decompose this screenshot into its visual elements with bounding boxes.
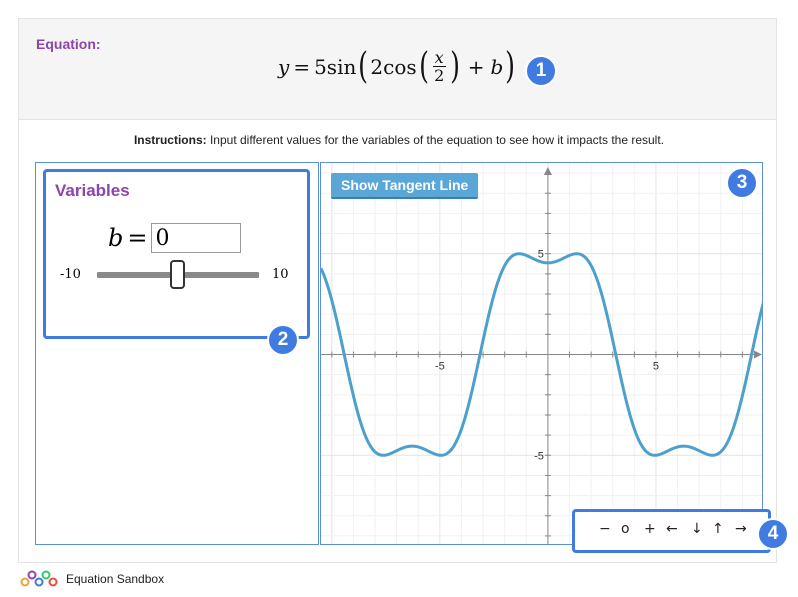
x-tick-label: -5 [435,361,445,373]
show-tangent-line-button[interactable]: Show Tangent Line [331,173,479,199]
slider-min-label: -10 [60,267,81,282]
pan-up-button[interactable]: ↑ [712,521,724,537]
variables-box: Variables b = -10 10 [43,169,310,339]
callout-badge-2: 2 [267,324,299,356]
variables-title: Variables [55,181,130,200]
x-tick-label: 5 [653,361,659,373]
variable-equals: = [127,224,148,252]
graph-canvas[interactable]: -5 5 5 -5 [321,163,763,545]
pan-right-button[interactable]: → [735,521,747,537]
callout-badge-3: 3 [726,167,758,199]
equation-formula: y = 5sin ( 2cos ( x 2 ) + b ) [278,49,517,85]
formula-inner-func: 2cos [370,55,417,79]
fraction-denominator: 2 [434,66,445,85]
instructions: Instructions: Input different values for… [0,133,798,147]
footer-app-name: Equation Sandbox [66,572,165,586]
pan-down-button[interactable]: ↓ [691,521,703,537]
variable-b-input[interactable] [151,223,242,253]
x-axis-arrow [754,350,762,359]
zoom-out-button[interactable]: − [599,521,611,537]
formula-paren-open-inner: ( [418,46,429,87]
formula-equals: = [293,55,311,79]
graph-panel[interactable]: -5 5 5 -5 Show Tangent Line [320,162,763,545]
instructions-label: Instructions: [133,133,207,147]
formula-lhs: y [278,55,290,79]
y-axis-arrow [543,167,552,175]
zoom-reset-button[interactable]: o [621,521,630,537]
equation-header: Equation: y = 5sin ( 2cos ( x 2 ) + b ) [19,19,776,120]
formula-fraction: x 2 [432,48,446,85]
zoom-in-button[interactable]: + [644,521,656,537]
equation-sandbox-logo-icon [20,570,58,587]
instructions-text: Input different values for the variables… [206,133,665,147]
callout-badge-4: 4 [757,518,789,550]
formula-paren-close-inner: ) [449,46,460,87]
formula-var: b [490,55,504,79]
graph-navigation-controls: − o + ← ↓ ↑ → [572,509,771,553]
equation-label: Equation: [36,36,101,52]
slider-thumb[interactable] [170,260,185,289]
graph-tick-labels: -5 5 5 -5 [435,249,659,463]
formula-plus: + [467,55,485,79]
formula-paren-close: ) [505,46,516,87]
pan-left-button[interactable]: ← [666,521,678,537]
y-tick-label: -5 [534,450,544,462]
y-tick-label: 5 [538,249,544,261]
footer: Equation Sandbox [20,570,164,588]
variable-row: b = [108,223,242,253]
formula-paren-open: ( [358,46,369,87]
variable-name: b [108,224,124,252]
callout-badge-1: 1 [525,55,557,87]
slider-max-label: 10 [272,267,289,282]
fraction-numerator: x [432,48,446,67]
formula-outer-func: 5sin [314,55,357,79]
graph-axes [321,167,762,544]
